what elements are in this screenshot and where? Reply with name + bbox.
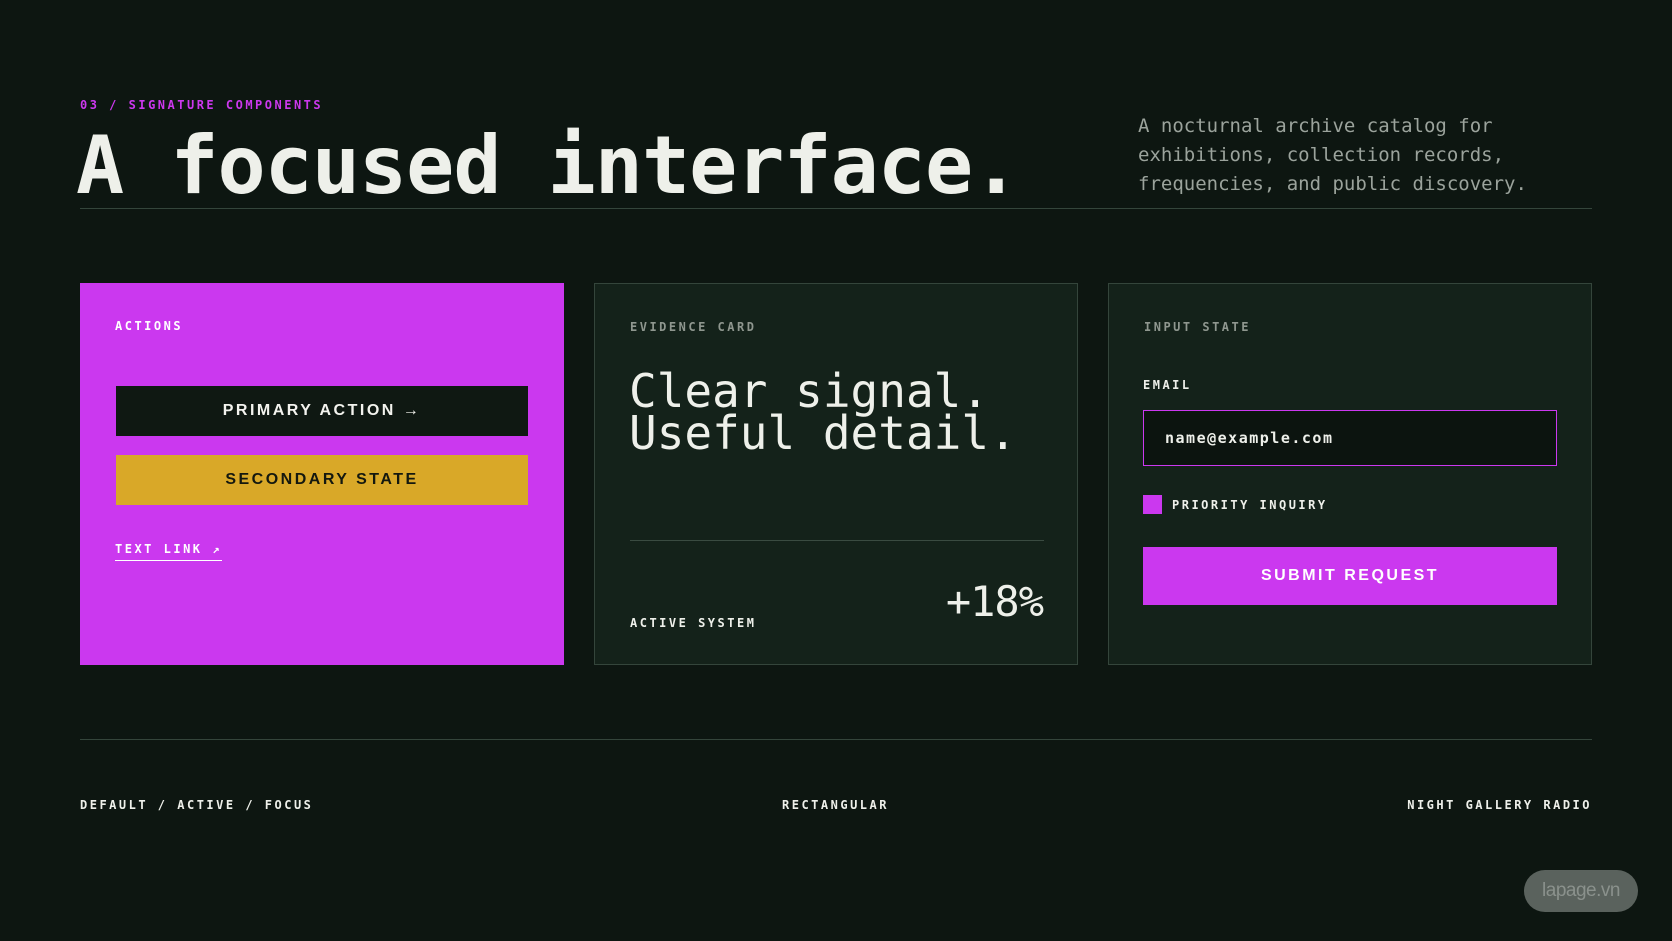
email-field-label: EMAIL <box>1143 378 1192 392</box>
evidence-card-label: EVIDENCE CARD <box>630 320 757 334</box>
footer-states: DEFAULT / ACTIVE / FOCUS <box>80 798 314 812</box>
evidence-divider <box>630 540 1044 541</box>
primary-action-button[interactable]: PRIMARY ACTION → <box>116 386 528 436</box>
priority-inquiry-checkbox[interactable] <box>1143 495 1162 514</box>
text-link[interactable]: TEXT LINK ↗ <box>115 542 222 561</box>
page-description: A nocturnal archive catalog for exhibiti… <box>1138 115 1527 195</box>
actions-card: ACTIONS PRIMARY ACTION → SECONDARY STATE… <box>80 283 564 665</box>
evidence-status: ACTIVE SYSTEM <box>630 616 757 630</box>
email-field[interactable] <box>1143 410 1557 466</box>
evidence-card: EVIDENCE CARD Clear signal. Useful detai… <box>594 283 1078 665</box>
watermark-badge[interactable]: lapage.vn <box>1524 870 1638 912</box>
footer-divider <box>80 739 1592 740</box>
secondary-state-button[interactable]: SECONDARY STATE <box>116 455 528 505</box>
section-eyebrow: 03 / SIGNATURE COMPONENTS <box>80 98 324 112</box>
footer-shape: RECTANGULAR <box>782 798 889 812</box>
evidence-headline-line2: Useful detail. <box>629 406 1017 460</box>
header-divider <box>80 208 1592 209</box>
actions-card-label: ACTIONS <box>115 319 184 333</box>
input-state-card: INPUT STATE EMAIL PRIORITY INQUIRY SUBMI… <box>1108 283 1592 665</box>
footer-brand: NIGHT GALLERY RADIO <box>1407 798 1592 812</box>
evidence-headline: Clear signal. Useful detail. <box>629 368 1017 460</box>
page-title: A focused interface. <box>76 119 1020 212</box>
input-card-label: INPUT STATE <box>1144 320 1251 334</box>
evidence-metric: +18% <box>945 577 1044 626</box>
priority-inquiry-label[interactable]: PRIORITY INQUIRY <box>1172 498 1328 512</box>
submit-request-button[interactable]: SUBMIT REQUEST <box>1143 547 1557 605</box>
